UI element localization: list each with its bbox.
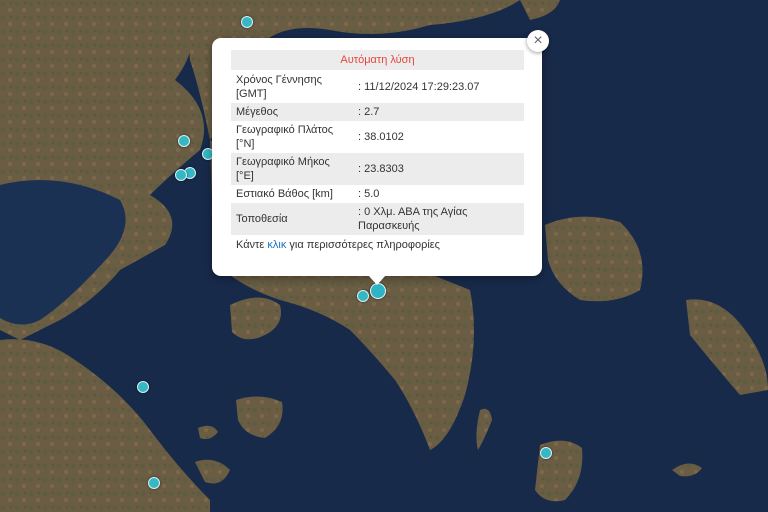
table-row: Εστιακό Βάθος [km] : 5.0	[231, 185, 524, 203]
earthquake-marker[interactable]	[357, 290, 369, 302]
location-value: : 0 Χλμ. ΑΒΑ της Αγίας Παρασκευής	[356, 203, 524, 235]
earthquake-marker[interactable]	[241, 16, 253, 28]
longitude-value: : 23.8303	[356, 153, 524, 185]
close-icon[interactable]: ×	[527, 30, 549, 52]
earthquake-marker[interactable]	[148, 477, 160, 489]
table-row: Χρόνος Γέννησης [GMT] : 11/12/2024 17:29…	[231, 71, 524, 103]
more-info-suffix: για περισσότερες πληροφορίες	[286, 239, 440, 251]
popup-title: Αυτόματη λύση	[231, 50, 524, 70]
earthquake-marker[interactable]	[175, 169, 187, 181]
location-label: Τοποθεσία	[231, 203, 356, 235]
latitude-value: : 38.0102	[358, 131, 404, 143]
table-row: Τοποθεσία : 0 Χλμ. ΑΒΑ της Αγίας Παρασκε…	[231, 203, 524, 235]
more-info-prefix: Κάντε	[236, 239, 268, 251]
more-info-line: Κάντε κλικ για περισσότερες πληροφορίες	[231, 238, 524, 252]
table-row: Γεωγραφικό Πλάτος [°N] : 38.0102	[231, 121, 524, 153]
depth-value: : 5.0	[358, 188, 380, 200]
selected-earthquake-marker[interactable]	[370, 283, 386, 299]
earthquake-marker[interactable]	[137, 381, 149, 393]
latitude-label: Γεωγραφικό Πλάτος [°N]	[236, 124, 334, 150]
magnitude-value: : 2.7	[356, 103, 524, 121]
magnitude-label: Μέγεθος	[231, 103, 356, 121]
more-info-link[interactable]: κλικ	[267, 239, 286, 251]
satellite-map[interactable]: × Αυτόματη λύση Χρόνος Γέννησης [GMT] : …	[0, 0, 768, 512]
origin-time-label: Χρόνος Γέννησης [GMT]	[236, 74, 322, 100]
earthquake-marker[interactable]	[540, 447, 552, 459]
longitude-label: Γεωγραφικό Μήκος [°E]	[231, 153, 356, 185]
earthquake-details-table: Χρόνος Γέννησης [GMT] : 11/12/2024 17:29…	[231, 71, 524, 235]
depth-label: Εστιακό Βάθος [km]	[236, 188, 333, 200]
earthquake-info-popup: × Αυτόματη λύση Χρόνος Γέννησης [GMT] : …	[212, 30, 549, 285]
table-row: Μέγεθος : 2.7	[231, 103, 524, 121]
table-row: Γεωγραφικό Μήκος [°E] : 23.8303	[231, 153, 524, 185]
earthquake-marker[interactable]	[178, 135, 190, 147]
origin-time-value: : 11/12/2024 17:29:23.07	[358, 81, 480, 93]
